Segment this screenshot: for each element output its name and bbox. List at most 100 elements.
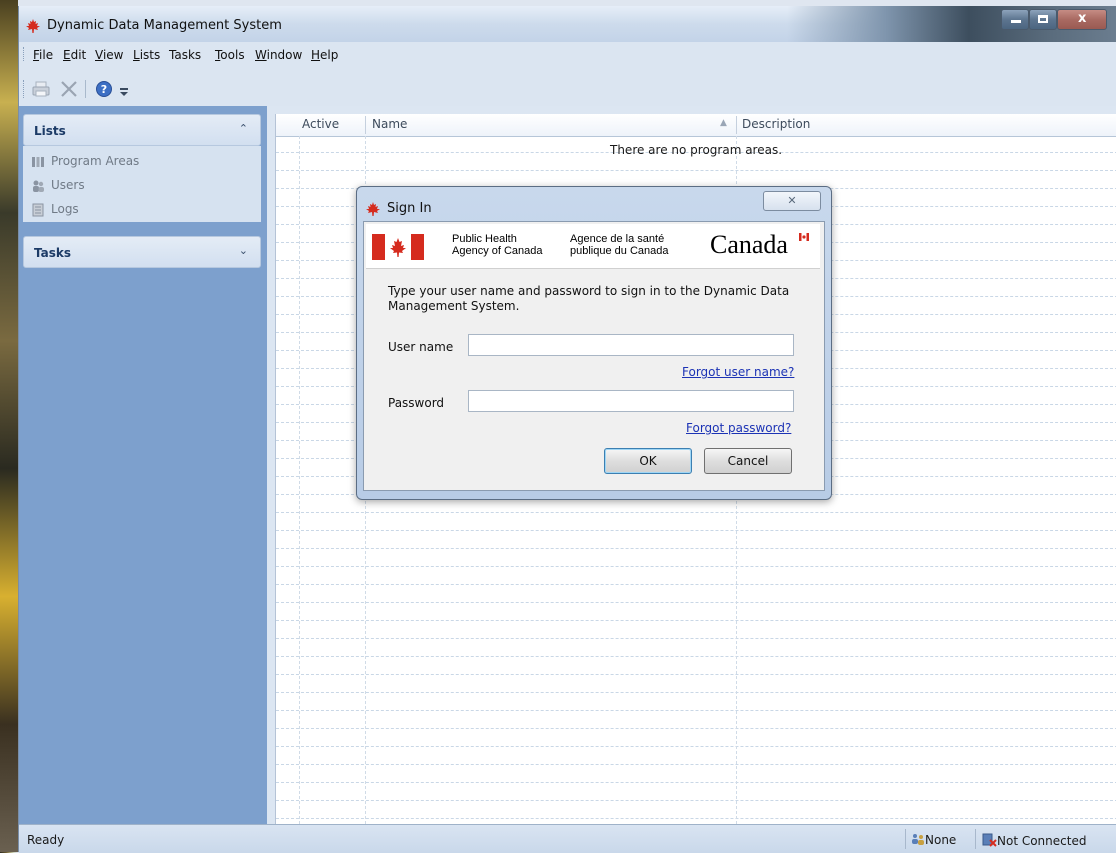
menu-tasks[interactable]: Tasks	[169, 48, 201, 62]
table-row[interactable]	[276, 730, 1116, 747]
user-group-icon	[912, 834, 924, 845]
list-item-label: Users	[51, 178, 85, 192]
status-none-text: None	[925, 833, 957, 847]
banner-fr-line1: Agence de la santé	[570, 233, 665, 245]
lists-panel-header[interactable]: Lists ⌃	[23, 114, 261, 146]
menu-edit[interactable]: Edit	[63, 48, 86, 62]
table-row[interactable]	[276, 784, 1116, 801]
menu-lists[interactable]: Lists	[133, 48, 160, 62]
banner-french-name: Agence de la santé publique du Canada	[570, 233, 668, 257]
minimize-button[interactable]	[1001, 9, 1029, 30]
menu-bar: File Edit View Lists Tasks Tools Window …	[19, 42, 1116, 66]
table-row[interactable]	[276, 712, 1116, 729]
minimize-icon	[1011, 20, 1021, 23]
close-button[interactable]: x	[1057, 9, 1107, 30]
menu-help[interactable]: Help	[311, 48, 338, 62]
username-label: User name	[388, 340, 454, 354]
banner-en-line2: Agency of Canada	[452, 245, 543, 257]
sign-in-instructions: Type your user name and password to sign…	[388, 284, 790, 313]
list-item-label: Logs	[51, 202, 79, 216]
status-connection[interactable]: Not Connected	[981, 833, 1086, 848]
collapse-up-icon[interactable]: ⌃	[239, 122, 248, 135]
maple-leaf-icon	[366, 202, 380, 216]
maximize-icon	[1038, 15, 1048, 23]
grid-column-line	[299, 136, 300, 824]
users-icon	[33, 180, 44, 192]
table-row[interactable]	[276, 694, 1116, 711]
government-banner: Public Health Agency of Canada Agence de…	[366, 224, 820, 269]
table-row[interactable]	[276, 802, 1116, 819]
lists-header-label: Lists	[34, 124, 66, 138]
list-item-program-areas[interactable]: Program Areas	[31, 154, 139, 169]
empty-grid-message: There are no program areas.	[610, 143, 783, 157]
table-row[interactable]	[276, 568, 1116, 585]
cancel-button[interactable]: Cancel	[704, 448, 792, 474]
menu-tools[interactable]: Tools	[215, 48, 245, 62]
list-item-logs[interactable]: Logs	[31, 202, 79, 217]
table-row[interactable]	[276, 658, 1116, 675]
status-separator	[905, 829, 906, 849]
table-row[interactable]	[276, 640, 1116, 657]
close-icon: ✕	[787, 194, 797, 207]
canada-wordmark: Canada	[710, 230, 788, 259]
title-bar[interactable]: Dynamic Data Management System x	[19, 6, 1116, 42]
status-connection-text: Not Connected	[997, 834, 1087, 848]
column-separator[interactable]	[736, 116, 737, 134]
maximize-button[interactable]	[1029, 9, 1057, 30]
forgot-username-link[interactable]: Forgot user name?	[682, 365, 794, 379]
menu-grip[interactable]	[23, 47, 27, 61]
forgot-password-link[interactable]: Forgot password?	[686, 421, 791, 435]
ok-button[interactable]: OK	[604, 448, 692, 474]
status-ready-text: Ready	[27, 833, 65, 847]
expand-down-icon[interactable]: ⌄	[239, 244, 248, 257]
table-row[interactable]	[276, 676, 1116, 693]
desktop-background	[0, 0, 18, 852]
dialog-close-button[interactable]: ✕	[763, 191, 821, 211]
wordmark-flag-icon	[799, 233, 809, 241]
help-icon[interactable]: ?	[95, 80, 113, 98]
menu-window[interactable]: Window	[255, 48, 302, 62]
window-title: Dynamic Data Management System	[47, 18, 282, 33]
lists-panel-body: Program Areas Users Logs	[23, 146, 261, 222]
column-header-name[interactable]: Name	[372, 117, 407, 131]
navigation-pane: Lists ⌃ Program Areas Users Logs Tasks ⌄	[19, 106, 267, 824]
password-input[interactable]	[468, 390, 794, 412]
table-row[interactable]	[276, 748, 1116, 765]
column-separator[interactable]	[365, 116, 366, 134]
toolbar-overflow-icon[interactable]	[119, 86, 129, 98]
dialog-body: Public Health Agency of Canada Agence de…	[363, 221, 825, 491]
tasks-header-label: Tasks	[34, 246, 72, 260]
table-row[interactable]	[276, 766, 1116, 783]
status-user[interactable]: None	[911, 833, 956, 847]
column-header-description[interactable]: Description	[742, 117, 810, 131]
menu-file[interactable]: File	[33, 48, 53, 62]
disconnected-server-icon	[982, 833, 997, 847]
dialog-title: Sign In	[387, 201, 432, 216]
menu-view[interactable]: View	[95, 48, 123, 62]
password-label: Password	[388, 396, 445, 410]
table-row[interactable]	[276, 622, 1116, 639]
table-row[interactable]	[276, 532, 1116, 549]
delete-icon[interactable]	[59, 80, 79, 98]
banner-en-line1: Public Health	[452, 233, 517, 245]
banner-english-name: Public Health Agency of Canada	[452, 233, 543, 257]
toolbar: ?	[19, 66, 1116, 106]
column-header-active[interactable]: Active	[302, 117, 339, 131]
close-icon: x	[1078, 11, 1087, 26]
maple-leaf-icon	[26, 19, 40, 33]
toolbar-grip[interactable]	[23, 80, 27, 98]
banner-fr-line2: publique du Canada	[570, 245, 669, 257]
grid-header: Active Name ▲ Description	[276, 114, 1116, 137]
table-row[interactable]	[276, 550, 1116, 567]
table-row[interactable]	[276, 604, 1116, 621]
status-bar: Ready None Not Connected	[19, 824, 1116, 853]
username-input[interactable]	[468, 334, 794, 356]
sign-in-dialog: Sign In ✕ Public Health Agency of Canada…	[356, 186, 832, 500]
print-icon[interactable]	[31, 80, 51, 98]
table-row[interactable]	[276, 586, 1116, 603]
tasks-panel-header[interactable]: Tasks ⌄	[23, 236, 261, 268]
sort-ascending-icon: ▲	[720, 118, 727, 128]
list-item-users[interactable]: Users	[31, 178, 85, 193]
table-row[interactable]	[276, 514, 1116, 531]
svg-text:?: ?	[101, 83, 107, 96]
